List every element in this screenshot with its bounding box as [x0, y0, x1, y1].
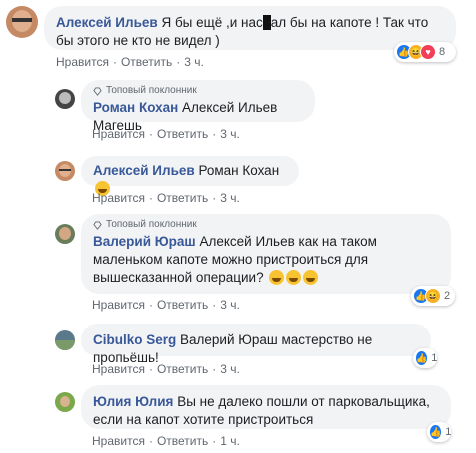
- avatar[interactable]: [55, 330, 75, 350]
- comment-time[interactable]: 3 ч.: [220, 127, 240, 141]
- comment-actions: Нравится · Ответить · 3 ч.: [92, 362, 240, 376]
- comment-actions: Нравится · Ответить · 3 ч.: [92, 191, 240, 205]
- reaction-count: 1: [431, 352, 438, 364]
- top-fan-badge: Топовый поклонник: [93, 84, 303, 98]
- comment-bubble: Юлия Юлия Вы не далеко пошли от парковал…: [81, 385, 451, 429]
- reaction-count: 2: [444, 290, 451, 302]
- grinning-emoji: [303, 270, 319, 285]
- comment-author[interactable]: Алексей Ильев: [56, 15, 158, 30]
- comment-time[interactable]: 3 ч.: [220, 191, 240, 205]
- reaction-summary[interactable]: 👍 1: [413, 348, 437, 368]
- love-icon: ♥: [420, 44, 436, 60]
- comment-actions: Нравится · Ответить · 3 ч.: [92, 298, 240, 312]
- comment-actions: Нравится · Ответить · 3 ч.: [56, 55, 204, 69]
- like-button[interactable]: Нравится: [92, 362, 145, 376]
- like-button[interactable]: Нравится: [92, 191, 145, 205]
- comment-author[interactable]: Роман Кохан: [93, 100, 178, 115]
- comment-time[interactable]: 3 ч.: [220, 362, 240, 376]
- reply-button[interactable]: Ответить: [157, 127, 208, 141]
- comment-bubble: Топовый поклонник Валерий Юраш Алексей И…: [81, 214, 451, 294]
- comment-author[interactable]: Валерий Юраш: [93, 234, 196, 249]
- comment-bubble: Топовый поклонник Роман Кохан Алексей Ил…: [81, 80, 315, 133]
- reaction-summary[interactable]: 👍 😆 ♥ 8: [394, 42, 456, 62]
- reply-button[interactable]: Ответить: [121, 55, 172, 69]
- reply-button[interactable]: Ответить: [157, 362, 208, 376]
- comment-bubble: Cibulko Serg Валерий Юраш мастерство не …: [81, 324, 431, 365]
- reaction-summary[interactable]: 👍 1: [427, 422, 451, 442]
- avatar[interactable]: [55, 224, 75, 244]
- haha-icon: 😆: [425, 288, 441, 304]
- reaction-count: 8: [439, 46, 446, 58]
- like-icon: 👍: [429, 424, 443, 440]
- top-fan-badge: Топовый поклонник: [93, 218, 439, 232]
- grinning-emoji: [286, 270, 302, 285]
- avatar[interactable]: [6, 6, 38, 38]
- comment-time[interactable]: 3 ч.: [220, 298, 240, 312]
- avatar[interactable]: [55, 89, 75, 109]
- like-button[interactable]: Нравится: [56, 55, 109, 69]
- like-icon: 👍: [415, 350, 429, 366]
- reply-button[interactable]: Ответить: [157, 298, 208, 312]
- like-button[interactable]: Нравится: [92, 127, 145, 141]
- diamond-icon: [93, 86, 102, 96]
- reply-button[interactable]: Ответить: [157, 191, 208, 205]
- comment-author[interactable]: Cibulko Serg: [93, 332, 176, 347]
- grinning-emoji: [269, 270, 285, 285]
- comment-author[interactable]: Алексей Ильев: [93, 163, 195, 178]
- avatar[interactable]: [55, 392, 75, 412]
- reaction-summary[interactable]: 👍 😆 2: [411, 286, 455, 306]
- like-button[interactable]: Нравится: [92, 434, 145, 448]
- like-button[interactable]: Нравится: [92, 298, 145, 312]
- comment-text: Роман Кохан: [198, 163, 280, 178]
- comment-bubble: Алексей Ильев Роман Кохан: [81, 156, 299, 196]
- comment-time[interactable]: 1 ч.: [220, 434, 240, 448]
- diamond-icon: [93, 220, 102, 230]
- comment-time[interactable]: 3 ч.: [184, 55, 204, 69]
- comment-actions: Нравится · Ответить · 3 ч.: [92, 127, 240, 141]
- reply-button[interactable]: Ответить: [157, 434, 208, 448]
- avatar[interactable]: [55, 161, 75, 181]
- comment-author[interactable]: Юлия Юлия: [93, 394, 173, 409]
- comment-bubble: Алексей Ильев Я бы ещё ,и нас ал бы на ка…: [44, 6, 456, 50]
- redaction-mark: [262, 15, 271, 30]
- comment-actions: Нравится · Ответить · 1 ч.: [92, 434, 240, 448]
- reaction-count: 1: [445, 426, 452, 438]
